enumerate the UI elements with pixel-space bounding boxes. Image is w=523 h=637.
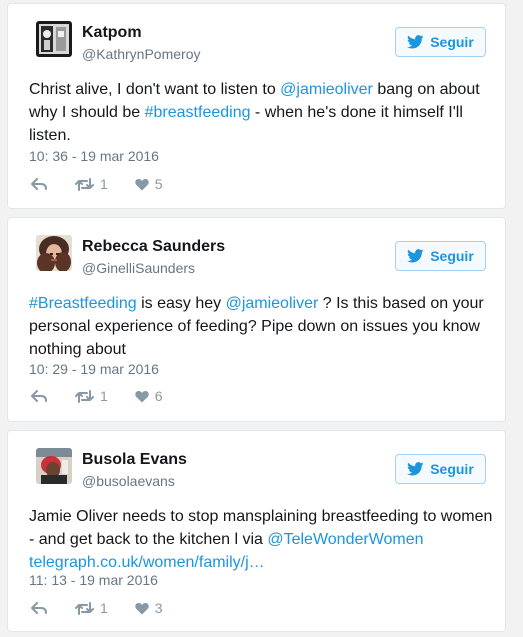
like-count: 3: [154, 600, 163, 616]
follow-label: Seguir: [430, 248, 474, 264]
like-count: 6: [154, 388, 163, 404]
reply-button[interactable]: [31, 389, 47, 403]
tweet-card: Busola Evans @busolaevans Seguir Jamie O…: [7, 430, 506, 632]
reply-icon: [31, 177, 47, 190]
retweet-count: 1: [100, 388, 108, 404]
retweet-icon: [75, 601, 94, 615]
tweet-text: Christ alive, I don't want to listen to …: [29, 78, 494, 147]
tweet-actions: 1 3: [31, 599, 163, 617]
avatar[interactable]: [36, 21, 72, 57]
tweet-timestamp[interactable]: 11: 13 - 19 mar 2016: [29, 572, 158, 588]
retweet-button[interactable]: 1: [75, 176, 108, 192]
user-name[interactable]: Rebecca Saunders: [82, 238, 225, 256]
like-button[interactable]: 3: [135, 600, 163, 616]
tweet-card: Rebecca Saunders @GinelliSaunders Seguir…: [7, 217, 506, 422]
retweet-icon: [75, 389, 94, 403]
bird-icon: [407, 35, 424, 49]
like-button[interactable]: 5: [135, 176, 163, 192]
avatar[interactable]: [36, 448, 72, 484]
follow-label: Seguir: [430, 34, 474, 50]
tweet-actions: 1 6: [31, 387, 163, 405]
tweet-text-segment: is easy hey: [136, 295, 226, 312]
tweet-link[interactable]: #Breastfeeding: [29, 295, 137, 312]
avatar[interactable]: [36, 235, 72, 271]
tweet-feed: Katpom @KathrynPomeroy Seguir Christ ali…: [0, 0, 523, 637]
follow-button[interactable]: Seguir: [395, 241, 486, 271]
heart-icon: [135, 178, 149, 190]
heart-icon: [135, 390, 149, 402]
reply-button[interactable]: [31, 601, 47, 615]
tweet-timestamp[interactable]: 10: 29 - 19 mar 2016: [29, 361, 159, 377]
bird-icon: [407, 462, 424, 476]
tweet-actions: 1 5: [31, 175, 163, 193]
user-name[interactable]: Katpom: [82, 24, 142, 42]
user-handle[interactable]: @GinelliSaunders: [82, 260, 195, 276]
retweet-count: 1: [100, 600, 108, 616]
like-button[interactable]: 6: [135, 388, 163, 404]
follow-button[interactable]: Seguir: [395, 27, 486, 57]
user-handle[interactable]: @busolaevans: [82, 473, 175, 489]
tweet-link[interactable]: #breastfeeding: [145, 104, 251, 121]
tweet-timestamp[interactable]: 10: 36 - 19 mar 2016: [29, 148, 159, 164]
retweet-button[interactable]: 1: [75, 388, 108, 404]
reply-button[interactable]: [31, 177, 47, 191]
retweet-button[interactable]: 1: [75, 600, 108, 616]
reply-icon: [31, 389, 47, 402]
tweet-link[interactable]: @jamieoliver: [226, 295, 319, 312]
tweet-card: Katpom @KathrynPomeroy Seguir Christ ali…: [7, 3, 506, 209]
tweet-link[interactable]: @jamieoliver: [280, 81, 373, 98]
retweet-icon: [75, 177, 94, 191]
tweet-text: #Breastfeeding is easy hey @jamieoliver …: [29, 292, 494, 361]
like-count: 5: [154, 176, 163, 192]
tweet-link[interactable]: telegraph.co.uk/women/family/j…: [29, 554, 265, 571]
heart-icon: [135, 602, 149, 614]
user-name[interactable]: Busola Evans: [82, 451, 187, 469]
tweet-text-segment: Christ alive, I don't want to listen to: [29, 81, 281, 98]
follow-button[interactable]: Seguir: [395, 454, 486, 484]
reply-icon: [31, 601, 47, 614]
bird-icon: [407, 249, 424, 263]
tweet-text: Jamie Oliver needs to stop mansplaining …: [29, 505, 494, 574]
user-handle[interactable]: @KathrynPomeroy: [82, 46, 200, 62]
tweet-link[interactable]: @TeleWonderWomen: [267, 531, 423, 548]
follow-label: Seguir: [430, 461, 474, 477]
retweet-count: 1: [100, 176, 108, 192]
